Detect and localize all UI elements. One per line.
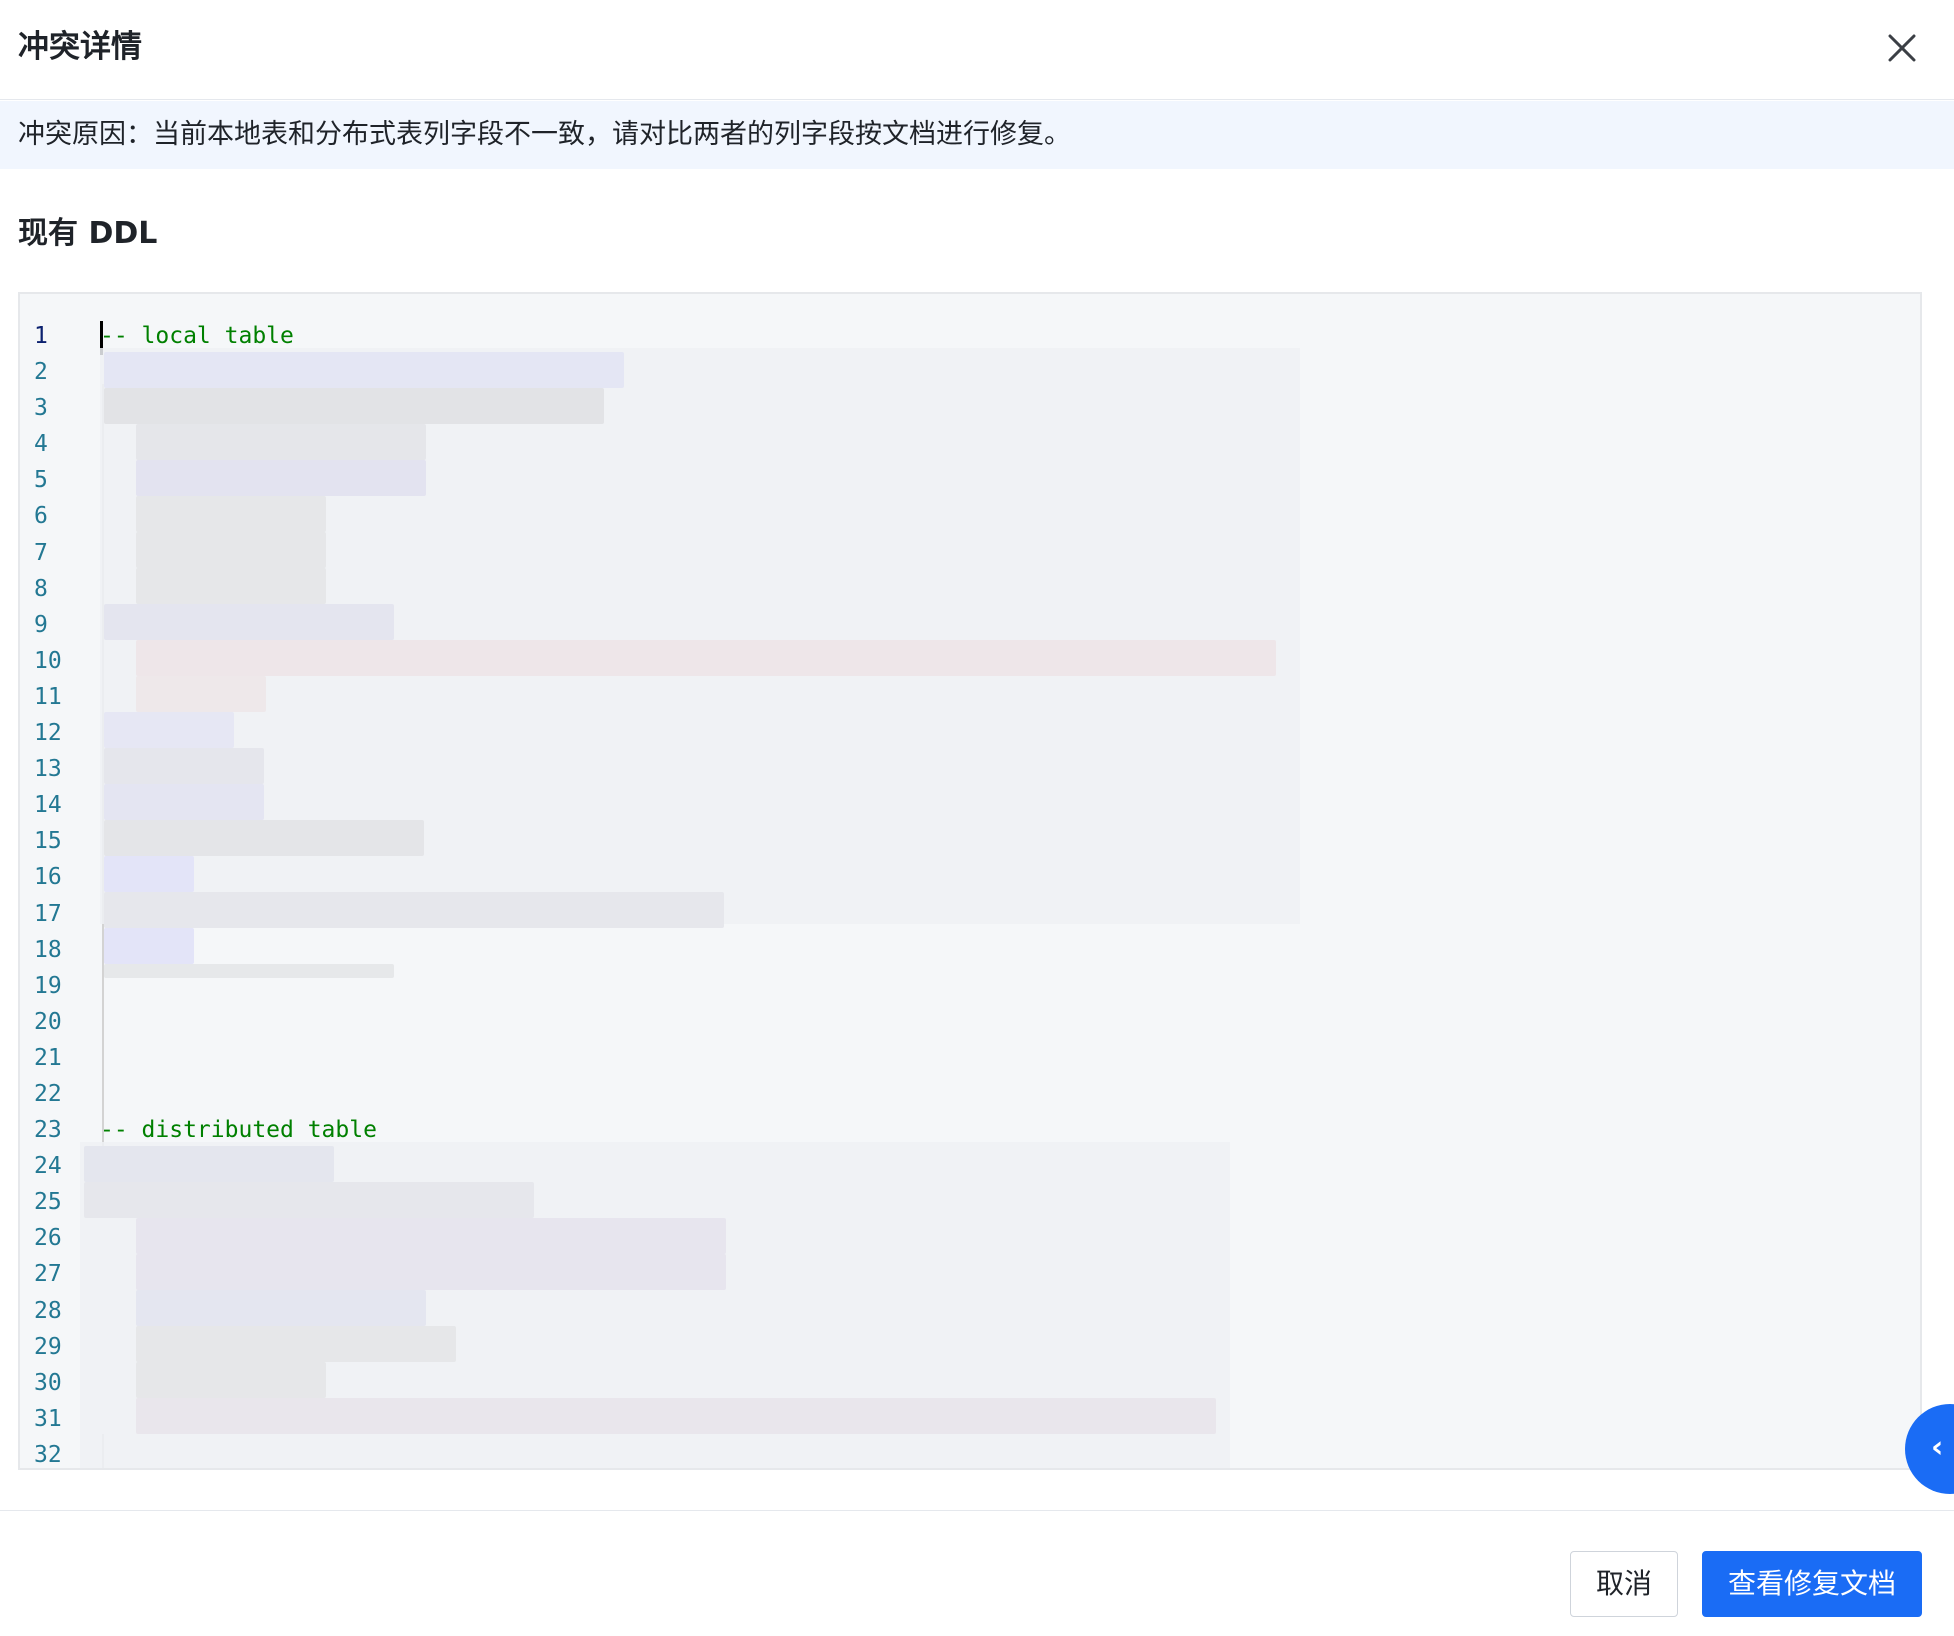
redacted-region [136,496,326,532]
conflict-reason-notice: 冲突原因：当前本地表和分布式表列字段不一致，请对比两者的列字段按文档进行修复。 [0,101,1954,169]
line-number: 10 [34,647,62,674]
redacted-region [104,928,194,964]
redacted-region [136,1218,726,1254]
code-comment-distributed: -- distributed table [100,1117,377,1144]
dialog-footer: 取消 查看修复文档 [0,1510,1954,1636]
line-number: 8 [34,575,48,602]
line-number: 17 [34,900,62,927]
redacted-region [136,424,426,460]
redacted-region [136,1290,426,1326]
line-number: 20 [34,1008,62,1035]
section-title-ddl: 现有 DDL [18,216,158,251]
line-number: 16 [34,864,62,891]
redacted-region [136,532,326,568]
redacted-region [136,676,266,712]
redacted-region [104,712,234,748]
line-number: 7 [34,539,48,566]
redacted-region [104,820,424,856]
redacted-region [84,1182,534,1218]
conflict-reason-text: 冲突原因：当前本地表和分布式表列字段不一致，请对比两者的列字段按文档进行修复。 [18,119,1071,150]
redacted-region [104,352,624,388]
view-fix-doc-button[interactable]: 查看修复文档 [1702,1551,1922,1617]
line-number: 19 [34,972,62,999]
line-number: 14 [34,792,62,819]
line-number: 2 [34,359,48,386]
redacted-region [104,388,604,424]
line-number: 21 [34,1044,62,1071]
line-number: 15 [34,828,62,855]
code-comment-local: -- local table [100,323,294,349]
redacted-region [104,892,724,928]
line-number: 3 [34,395,48,422]
redacted-region [136,460,426,496]
ddl-code-editor[interactable]: 1 2 3 4 5 6 7 8 9 10 11 12 13 14 15 16 17 18 19 20 21 22 23 24 2… [18,292,1922,1470]
line-number: 4 [34,431,48,458]
line-number: 12 [34,720,62,747]
line-number: 5 [34,467,48,494]
redacted-region [104,604,394,640]
redacted-region [136,568,326,604]
redacted-region [136,1362,326,1398]
line-number: 11 [34,683,62,710]
close-button[interactable] [1882,28,1922,68]
conflict-detail-dialog: 冲突详情 冲突原因：当前本地表和分布式表列字段不一致，请对比两者的列字段按文档进… [0,0,1954,1636]
redacted-region [136,640,1276,676]
redacted-region [104,748,264,784]
line-number: 18 [34,936,62,963]
redacted-region [104,784,264,820]
redacted-region [136,1254,726,1290]
redacted-region [136,1398,1216,1434]
redacted-region [84,1146,334,1182]
cancel-button[interactable]: 取消 [1570,1551,1678,1617]
chevron-left-icon: ‹ [1931,1430,1944,1465]
line-number: 6 [34,503,48,530]
redacted-region [104,856,194,892]
redacted-region [104,964,394,978]
line-number: 1 [34,323,48,349]
redacted-region [136,1326,456,1362]
line-number: 13 [34,756,62,783]
dialog-header: 冲突详情 [0,0,1954,100]
line-number: 9 [34,611,48,638]
line-number: 22 [34,1080,62,1107]
close-icon [1888,34,1916,62]
dialog-title: 冲突详情 [18,29,142,65]
